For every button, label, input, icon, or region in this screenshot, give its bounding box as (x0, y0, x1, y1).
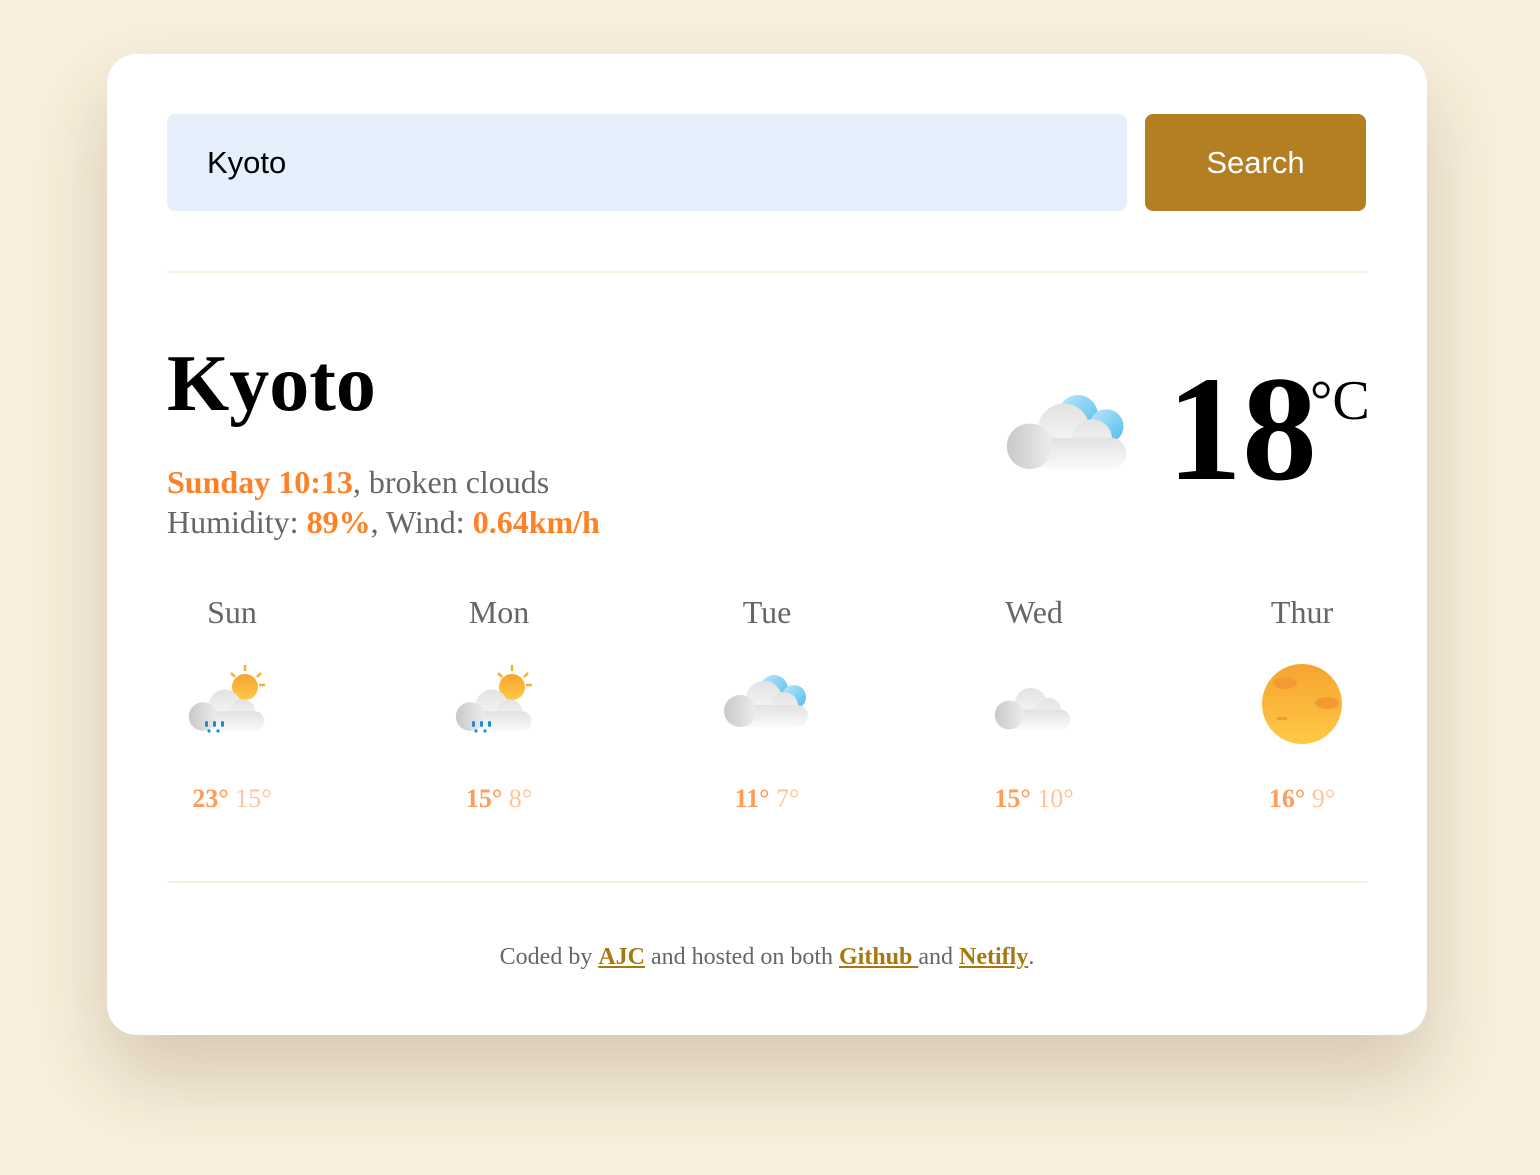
wind-label: , Wind: (370, 504, 473, 540)
forecast-day: Mon 15° 8° (419, 594, 579, 814)
forecast-temps: 11° 7° (687, 784, 847, 814)
forecast-temps: 15° 10° (954, 784, 1114, 814)
rain-sun-icon (454, 665, 532, 733)
forecast-min: 10° (1037, 784, 1074, 813)
broken-clouds-icon (722, 659, 812, 749)
temperature-unit: °C (1310, 370, 1370, 432)
forecast-min: 15° (235, 784, 272, 813)
forecast-day-name: Thur (1270, 594, 1334, 630)
cloud-icon (994, 688, 1071, 730)
forecast-max: 11° (734, 784, 770, 813)
forecast-max: 15° (465, 784, 503, 813)
forecast-temps: 16° 9° (1222, 784, 1382, 814)
weather-card: Search Kyoto Sunday 10:13, broken clouds… (107, 54, 1427, 1035)
forecast-min: 8° (508, 784, 533, 813)
forecast-day-name: Tue (742, 594, 792, 630)
forecast-day: Tue 11° 7° (687, 594, 847, 814)
forecast-day: Wed 15° 10° (954, 594, 1114, 814)
city-name: Kyoto (167, 340, 376, 428)
forecast-day-name: Wed (1005, 594, 1063, 630)
day-time: Sunday 10:13 (167, 464, 353, 500)
rain-sun-icon (187, 665, 265, 733)
current-details: Sunday 10:13, broken clouds Humidity: 89… (167, 462, 600, 542)
divider (167, 271, 1367, 273)
divider (167, 881, 1367, 883)
footer-text: and (918, 944, 960, 970)
forecast-day: Thur 16° 9° (1222, 594, 1382, 814)
forecast-min: 7° (776, 784, 800, 813)
footer: Coded by AJC and hosted on both Github a… (107, 944, 1427, 971)
wind-value: 0.64km/h (472, 504, 600, 540)
forecast-min: 9° (1311, 784, 1336, 813)
forecast-max: 16° (1268, 784, 1306, 813)
forecast-temps: 15° 8° (419, 784, 579, 814)
broken-clouds-icon (1004, 389, 1132, 475)
haze-sun-icon (1262, 664, 1342, 744)
footer-text: . (1028, 944, 1035, 970)
footer-text: Coded by (499, 944, 599, 970)
humidity-value: 89% (306, 504, 371, 540)
forecast-day-name: Mon (468, 594, 530, 630)
netlify-link[interactable]: Netifly (959, 944, 1028, 970)
current-temperature: 18 (1167, 346, 1317, 512)
city-search-input[interactable] (167, 114, 1127, 211)
github-link[interactable]: Github (839, 944, 918, 970)
ajc-link[interactable]: AJC (598, 944, 645, 970)
forecast-max: 23° (192, 784, 229, 813)
forecast-day: Sun 23° 15° (152, 594, 312, 814)
humidity-label: Humidity: (167, 504, 307, 540)
weather-description: , broken clouds (352, 464, 550, 500)
search-button[interactable]: Search (1145, 114, 1366, 211)
forecast-max: 15° (994, 784, 1031, 813)
forecast-day-name: Sun (207, 594, 257, 630)
footer-text: and hosted on both (645, 944, 839, 970)
forecast-temps: 23° 15° (152, 784, 312, 814)
